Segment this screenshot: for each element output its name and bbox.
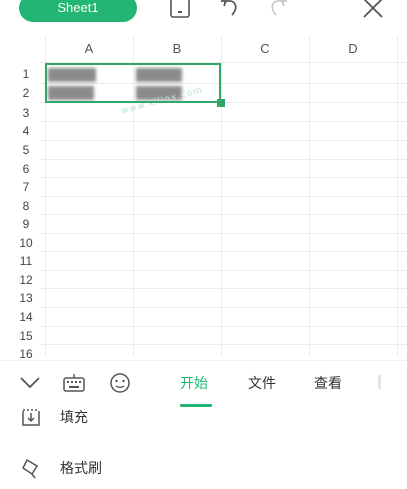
row-header[interactable]: 11 — [6, 252, 46, 270]
menu-item-fill[interactable]: 填充 — [0, 398, 407, 438]
grid-line — [40, 251, 407, 252]
format-painter-icon — [20, 457, 42, 483]
grid-line — [40, 140, 407, 141]
row-header[interactable]: 12 — [6, 271, 46, 289]
grid-line — [40, 344, 407, 345]
row-header[interactable]: 10 — [6, 234, 46, 252]
row-header[interactable]: 5 — [6, 141, 46, 159]
grid-line — [40, 159, 407, 160]
row-header[interactable]: 1 — [6, 65, 46, 83]
row-header[interactable]: 14 — [6, 308, 46, 326]
close-icon[interactable] — [360, 0, 386, 25]
grid-line — [40, 214, 407, 215]
grid-line — [40, 326, 407, 327]
grid-line — [40, 288, 407, 289]
column-header-b[interactable]: B — [133, 36, 221, 62]
row-header[interactable]: 4 — [6, 122, 46, 140]
row-header[interactable]: 6 — [6, 160, 46, 178]
grid-line — [40, 233, 407, 234]
emoji-icon[interactable] — [108, 372, 132, 398]
keyboard-icon[interactable] — [62, 372, 86, 398]
top-toolbar: Sheet1 — [0, 0, 407, 30]
grid-line — [40, 177, 407, 178]
tab-view[interactable]: 查看 — [314, 373, 342, 393]
row-header[interactable]: 9 — [6, 215, 46, 233]
grid-line — [40, 121, 407, 122]
cell-selection — [45, 63, 221, 103]
menu-item-format-painter[interactable]: 格式刷 — [0, 449, 407, 489]
row-header[interactable]: 8 — [6, 197, 46, 215]
grid-line — [40, 307, 407, 308]
grid-line — [40, 270, 407, 271]
redo-icon[interactable] — [264, 0, 290, 24]
column-header-c[interactable]: C — [221, 36, 309, 62]
column-header-d[interactable]: D — [309, 36, 397, 62]
selection-handle[interactable] — [217, 99, 225, 107]
sheet-tab[interactable]: Sheet1 — [19, 0, 137, 22]
row-header[interactable]: 13 — [6, 289, 46, 307]
row-header[interactable]: 7 — [6, 178, 46, 196]
mobile-view-icon[interactable] — [168, 0, 192, 24]
grid-line — [40, 196, 407, 197]
tab-file[interactable]: 文件 — [248, 373, 276, 393]
row-header[interactable]: 15 — [6, 327, 46, 345]
undo-icon[interactable] — [218, 0, 244, 24]
column-header-a[interactable]: A — [45, 36, 133, 62]
menu-item-label: 格式刷 — [60, 461, 102, 477]
fill-icon — [20, 406, 42, 432]
collapse-chevron-icon[interactable] — [18, 373, 42, 397]
menu-item-label: 填充 — [60, 410, 88, 426]
tab-overflow-fade — [378, 375, 381, 389]
tab-start[interactable]: 开始 — [180, 373, 208, 393]
row-header[interactable]: 2 — [6, 84, 46, 102]
row-header[interactable]: 3 — [6, 104, 46, 122]
